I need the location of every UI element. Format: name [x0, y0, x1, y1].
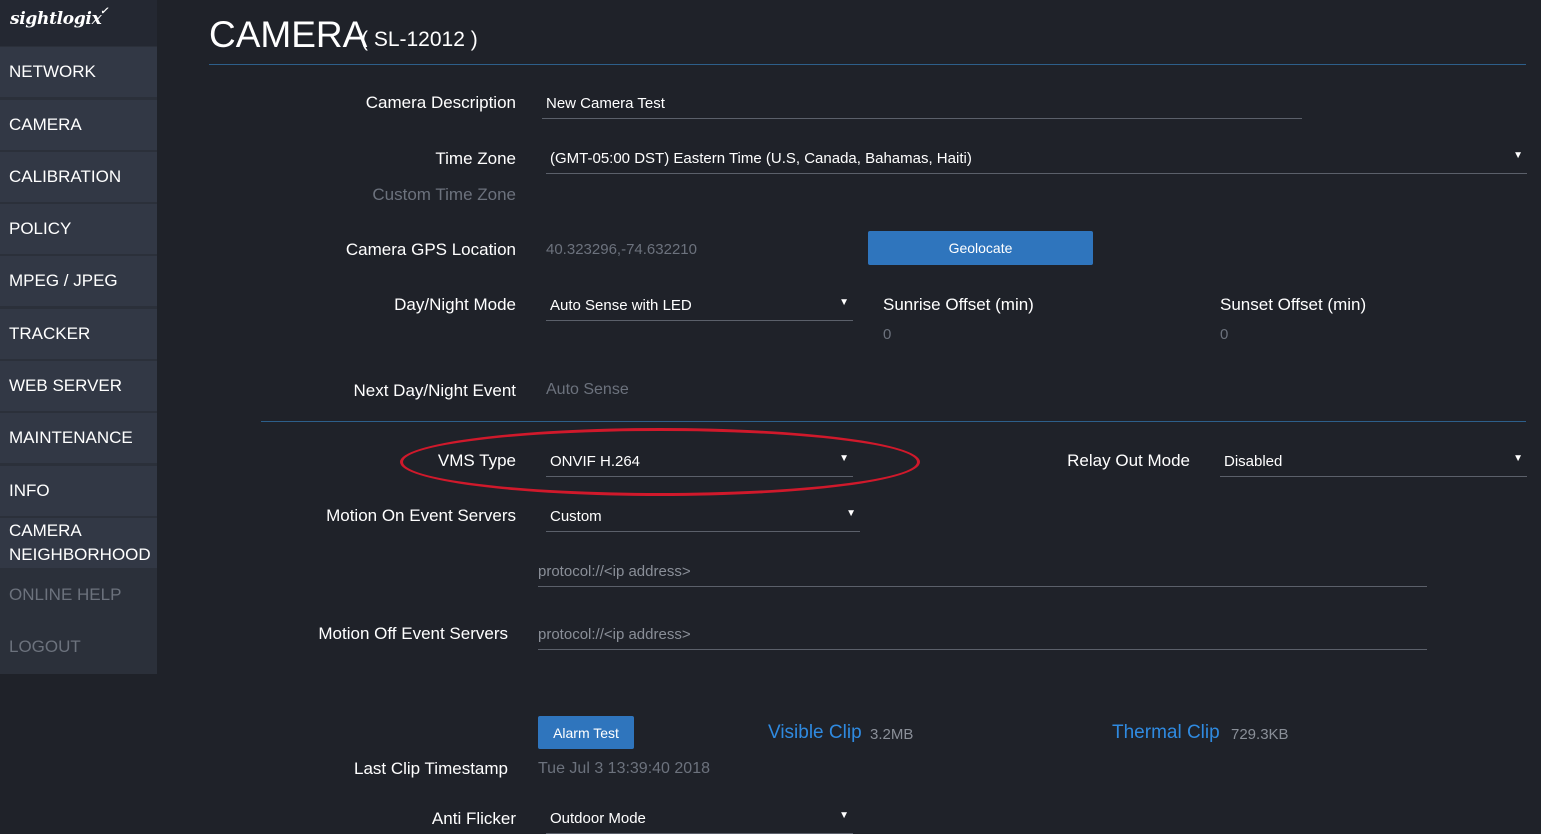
sidebar-item-camera[interactable]: CAMERA: [0, 100, 157, 150]
visible-clip-link[interactable]: Visible Clip: [768, 722, 862, 744]
camera-description-label: Camera Description: [365, 93, 516, 112]
camera-description-value: New Camera Test: [546, 95, 665, 112]
time-zone-value: (GMT-05:00 DST) Eastern Time (U.S, Canad…: [550, 150, 972, 167]
sidebar-item-logout[interactable]: LOGOUT: [0, 622, 157, 672]
logo-mark-icon: ✓: [100, 6, 109, 17]
day-night-mode-value: Auto Sense with LED: [550, 297, 692, 314]
motion-on-url-input[interactable]: protocol://<ip address>: [538, 559, 1427, 587]
brand-logo[interactable]: sightlogix ✓: [0, 0, 157, 46]
logo-text: sightlogix: [10, 9, 102, 29]
page-subtitle: ( SL-12012 ): [361, 28, 478, 51]
anti-flicker-select[interactable]: Outdoor Mode ▼: [546, 806, 853, 834]
motion-on-url-placeholder: protocol://<ip address>: [538, 563, 691, 580]
chevron-down-icon: ▼: [839, 810, 849, 821]
sidebar-item-label: NETWORK: [9, 62, 96, 81]
sidebar-item-label: TRACKER: [9, 324, 91, 343]
header-divider: [209, 64, 1526, 65]
page-title: CAMERA: [209, 14, 368, 55]
visible-clip-size: 3.2MB: [870, 726, 914, 743]
sunset-offset-label: Sunset Offset (min): [1220, 295, 1367, 314]
gps-location-value[interactable]: 40.323296,-74.632210: [546, 241, 697, 258]
relay-out-mode-select[interactable]: Disabled ▼: [1220, 449, 1527, 477]
sidebar-item-tracker[interactable]: TRACKER: [0, 309, 157, 359]
sidebar-item-label: POLICY: [9, 219, 72, 238]
time-zone-select[interactable]: (GMT-05:00 DST) Eastern Time (U.S, Canad…: [546, 146, 1527, 174]
label-line-2: NEIGHBORHOOD: [9, 545, 151, 564]
sunrise-offset-label: Sunrise Offset (min): [883, 295, 1034, 314]
motion-off-url-placeholder: protocol://<ip address>: [538, 626, 691, 643]
motion-off-url-input[interactable]: protocol://<ip address>: [538, 622, 1427, 650]
sidebar-item-maintenance[interactable]: MAINTENANCE: [0, 413, 157, 463]
last-clip-timestamp-label: Last Clip Timestamp: [354, 759, 508, 778]
thermal-clip-link[interactable]: Thermal Clip: [1112, 722, 1220, 744]
sidebar-item-label: WEB SERVER: [9, 376, 123, 395]
last-clip-timestamp-value: Tue Jul 3 13:39:40 2018: [538, 760, 710, 777]
gps-location-label: Camera GPS Location: [345, 240, 516, 259]
sidebar-item-policy[interactable]: POLICY: [0, 204, 157, 254]
motion-on-servers-value: Custom: [550, 508, 602, 525]
sidebar-item-camera-neighborhood[interactable]: CAMERA NEIGHBORHOOD: [0, 518, 157, 568]
highlight-ellipse: [400, 428, 920, 496]
sidebar-item-online-help[interactable]: ONLINE HELP: [0, 570, 157, 620]
sidebar-item-mpeg-jpeg[interactable]: MPEG / JPEG: [0, 256, 157, 306]
sidebar-item-label: INFO: [9, 481, 50, 500]
sidebar-item-label: CAMERA: [9, 115, 82, 134]
next-event-label: Next Day/Night Event: [353, 381, 516, 400]
sidebar-item-label: ONLINE HELP: [9, 585, 122, 604]
day-night-mode-select[interactable]: Auto Sense with LED ▼: [546, 293, 853, 321]
motion-on-servers-label: Motion On Event Servers: [326, 506, 516, 525]
label-line-1: CAMERA: [9, 521, 82, 540]
geolocate-button[interactable]: Geolocate: [868, 231, 1093, 265]
sunset-offset-value[interactable]: 0: [1220, 326, 1228, 343]
sidebar-item-label: CALIBRATION: [9, 167, 122, 186]
sidebar-item-label: LOGOUT: [9, 637, 81, 656]
thermal-clip-size: 729.3KB: [1231, 726, 1289, 743]
motion-on-servers-select[interactable]: Custom ▼: [546, 504, 860, 532]
time-zone-label: Time Zone: [435, 149, 516, 168]
section-divider: [261, 421, 1526, 422]
chevron-down-icon: ▼: [1513, 150, 1523, 161]
anti-flicker-label: Anti Flicker: [431, 809, 516, 828]
sidebar-item-info[interactable]: INFO: [0, 466, 157, 516]
alarm-test-button[interactable]: Alarm Test: [538, 716, 634, 749]
sidebar-item-calibration[interactable]: CALIBRATION: [0, 152, 157, 202]
chevron-down-icon: ▼: [1513, 453, 1523, 464]
sidebar-item-label: MAINTENANCE: [9, 428, 133, 447]
motion-off-servers-label: Motion Off Event Servers: [318, 624, 508, 643]
day-night-mode-label: Day/Night Mode: [394, 295, 516, 314]
camera-description-input[interactable]: New Camera Test: [542, 91, 1302, 119]
sidebar-item-web-server[interactable]: WEB SERVER: [0, 361, 157, 411]
sidebar-item-label: MPEG / JPEG: [9, 271, 118, 290]
sidebar: sightlogix ✓ NETWORK CAMERA CALIBRATION …: [0, 0, 157, 674]
sidebar-item-label: CAMERA NEIGHBORHOOD: [9, 519, 151, 567]
next-event-value: Auto Sense: [546, 381, 629, 398]
chevron-down-icon: ▼: [846, 508, 856, 519]
relay-out-mode-value: Disabled: [1224, 453, 1283, 470]
chevron-down-icon: ▼: [839, 297, 849, 308]
anti-flicker-value: Outdoor Mode: [550, 810, 646, 827]
sunrise-offset-value[interactable]: 0: [883, 326, 891, 343]
relay-out-mode-label: Relay Out Mode: [1067, 451, 1190, 470]
custom-time-zone-label: Custom Time Zone: [372, 185, 516, 204]
sidebar-item-network[interactable]: NETWORK: [0, 47, 157, 97]
